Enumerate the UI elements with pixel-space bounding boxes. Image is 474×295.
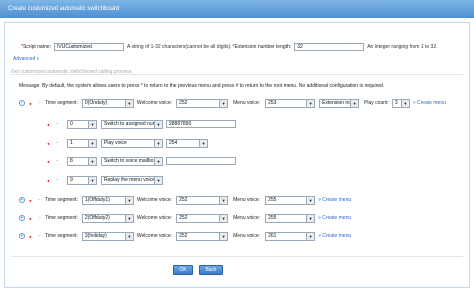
create-menu-link[interactable]: » Create menu (318, 233, 351, 239)
window-title: Create customized automatic switchboard (0, 0, 474, 18)
time-segment-select[interactable]: 3(holiday) ▼ (81, 231, 134, 241)
script-name-input[interactable]: IVUCustomized (54, 43, 125, 51)
key-select[interactable]: 9 ▼ (67, 175, 97, 185)
remove-icon[interactable]: − (54, 140, 61, 147)
red-dot-icon: ● (47, 177, 50, 183)
welcome-voice-select[interactable]: 252 ▼ (176, 98, 229, 108)
play-count-select[interactable]: 3 ▼ (391, 98, 410, 108)
ok-button[interactable]: OK (173, 265, 193, 275)
remove-icon[interactable]: − (36, 233, 43, 240)
welcome-voice-label: Welcome voice: (136, 215, 173, 221)
script-name-hint: A string of 1-32 characters(cannot be al… (127, 44, 232, 50)
extension-select[interactable]: Extension not ▼ (319, 98, 360, 108)
welcome-voice-select[interactable]: 252 ▼ (176, 231, 229, 241)
remove-icon[interactable]: − (54, 177, 61, 184)
expand-icon[interactable]: + (19, 215, 25, 221)
create-menu-link[interactable]: » Create menu (318, 197, 351, 203)
action-select[interactable]: Switch to assigned num ▼ (101, 119, 163, 129)
segment-row: − ● − Time segment: 0(Onduty) ▼ Welcome v… (19, 98, 446, 108)
value-input[interactable] (166, 157, 236, 165)
expand-icon[interactable]: + (19, 233, 25, 239)
key-select[interactable]: 1 ▼ (67, 138, 97, 148)
red-dot-icon: ● (29, 233, 32, 239)
welcome-voice-label: Welcome voice: (136, 233, 173, 239)
collapse-icon[interactable]: − (19, 100, 25, 106)
remove-icon[interactable]: − (36, 100, 43, 107)
menu-voice-label: Menu voice: (233, 233, 261, 239)
menu-item-row: ● − 8 ▼ Switch to voice mailbox ▼ (45, 156, 236, 166)
menu-item-row: ● − 9 ▼ Replay the menu voice ▼ (45, 175, 163, 185)
segment-row: + ● − Time segment: 2(Offduty2) ▼ Welcome… (19, 213, 351, 223)
remove-icon[interactable]: − (54, 121, 61, 128)
ext-len-input[interactable]: 32 (294, 43, 365, 51)
back-button[interactable]: Back (199, 265, 223, 275)
time-segment-label: Time segment: (45, 233, 78, 239)
time-segment-label: Time segment: (45, 100, 78, 106)
segment-row: + ● − Time segment: 3(holiday) ▼ Welcome … (19, 231, 351, 241)
message-text: Message: By default, the system allows u… (19, 83, 385, 89)
ext-len-hint: An integer ranging from 1 to 32. (367, 44, 438, 50)
form-frame: * Script name: IVUCustomized A string of… (4, 22, 470, 288)
play-count-label: Play count: (364, 100, 389, 106)
time-segment-label: Time segment: (45, 215, 78, 221)
key-select[interactable]: 8 ▼ (67, 156, 97, 166)
menu-item-row: ● − 0 ▼ Switch to assigned num ▼ 28887890 (45, 119, 236, 129)
red-dot-icon: ● (29, 197, 32, 203)
create-menu-link[interactable]: » Create menu (318, 215, 351, 221)
welcome-voice-select[interactable]: 252 ▼ (176, 213, 229, 223)
expand-icon[interactable]: + (19, 197, 25, 203)
red-dot-icon: ● (47, 140, 50, 146)
red-dot-icon: ● (29, 100, 32, 106)
create-menu-link[interactable]: » Create menu (413, 100, 446, 106)
menu-item-row: ● − 1 ▼ Play voice ▼ 254 ▼ (45, 138, 208, 148)
menu-voice-select[interactable]: 261 ▼ (265, 231, 316, 241)
script-name-label: Script name: (22, 44, 52, 50)
footer-divider (11, 256, 463, 257)
remove-icon[interactable]: − (36, 197, 43, 204)
value-select[interactable]: 254 ▼ (166, 138, 208, 148)
menu-voice-label: Menu voice: (233, 215, 261, 221)
time-segment-select[interactable]: 1(Offduty1) ▼ (81, 195, 134, 205)
remove-icon[interactable]: − (54, 158, 61, 165)
menu-voice-label: Menu voice: (233, 100, 261, 106)
remove-icon[interactable]: − (36, 215, 43, 222)
welcome-voice-select[interactable]: 252 ▼ (176, 195, 229, 205)
welcome-voice-label: Welcome voice: (136, 100, 173, 106)
red-dot-icon: ● (47, 158, 50, 164)
section-title: Get customized automatic switchboard cal… (11, 69, 132, 75)
time-segment-select[interactable]: 2(Offduty2) ▼ (81, 213, 134, 223)
ext-len-label: Extension number length: (234, 44, 292, 50)
action-select[interactable]: Play voice ▼ (101, 138, 163, 148)
welcome-voice-label: Welcome voice: (136, 197, 173, 203)
time-segment-select[interactable]: 0(Onduty) ▼ (81, 98, 134, 108)
segment-row: + ● − Time segment: 1(Offduty1) ▼ Welcome… (19, 195, 351, 205)
advanced-link[interactable]: Advanced » (13, 56, 39, 62)
menu-voice-select[interactable]: 255 ▼ (265, 213, 316, 223)
menu-voice-label: Menu voice: (233, 197, 261, 203)
red-dot-icon: ● (47, 121, 50, 127)
menu-voice-select[interactable]: 253 ▼ (265, 98, 316, 108)
action-select[interactable]: Switch to voice mailbox ▼ (101, 156, 163, 166)
key-select[interactable]: 0 ▼ (67, 119, 97, 129)
red-dot-icon: ● (29, 215, 32, 221)
value-input[interactable]: 28887890 (166, 120, 236, 128)
time-segment-label: Time segment: (45, 197, 78, 203)
action-select[interactable]: Replay the menu voice ▼ (101, 175, 163, 185)
menu-voice-select[interactable]: 255 ▼ (265, 195, 316, 205)
script-name-row: * Script name: IVUCustomized A string of… (21, 43, 438, 51)
